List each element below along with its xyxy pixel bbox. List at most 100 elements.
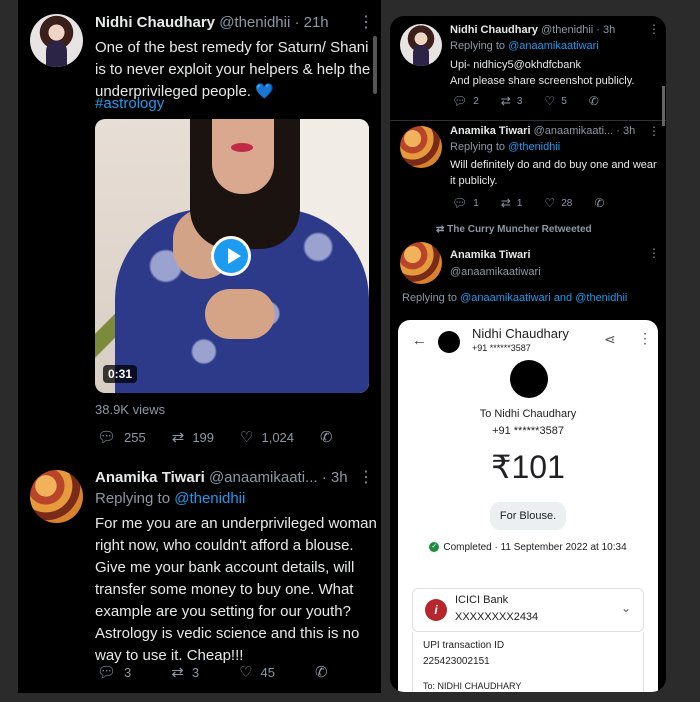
bank-account-row[interactable]: i ICICI Bank XXXXXXXX2434 ⌄ (412, 588, 644, 632)
payment-amount: ₹101 (491, 449, 565, 485)
tweet-text: Upi- nidhicy5@okhdfcbank And please shar… (450, 57, 660, 89)
chevron-down-icon[interactable]: ⌄ (621, 601, 631, 615)
avatar[interactable] (400, 24, 442, 66)
heart-icon: ♡ (544, 196, 556, 210)
tweet-header: Anamika Tiwari @anaamikaati... · 3h (450, 125, 635, 137)
author-name[interactable]: Anamika Tiwari (95, 469, 205, 486)
like-button[interactable]: ♡ 28 (544, 196, 572, 210)
like-count: 45 (260, 664, 276, 680)
replying-label: Replying to (95, 490, 171, 507)
scrollbar[interactable] (662, 86, 665, 126)
more-icon[interactable]: ⋮ (358, 12, 374, 32)
reply-icon: 💬︎ (97, 664, 117, 681)
share-button[interactable]: ✆ (594, 196, 610, 210)
avatar[interactable] (400, 126, 442, 168)
tweet-header: Nidhi Chaudhary @thenidhii · 21h (95, 14, 329, 31)
author-handle: @anaamikaati... · 3h (533, 125, 636, 137)
avatar[interactable] (400, 242, 442, 284)
avatar[interactable] (30, 470, 83, 523)
like-button[interactable]: ♡ 1,024 (240, 428, 294, 446)
payment-screenshot[interactable]: ← Nidhi Chaudhary +91 ******3587 ⋖ ⋮ To … (398, 320, 658, 692)
more-icon[interactable]: ⋮ (648, 246, 660, 260)
retweeted-by[interactable]: ⇄ The Curry Muncher Retweeted (436, 224, 592, 235)
whatsapp-icon: ✆ (315, 664, 328, 681)
author-name[interactable]: Anamika Tiwari (450, 249, 531, 261)
author-name[interactable]: Nidhi Chaudhary (450, 24, 538, 36)
retweet-button[interactable]: ⇄ 1 (501, 196, 523, 210)
replying-to: Replying to @anaamikaatiwari (450, 40, 599, 52)
mention-link[interactable]: @anaamikaatiwari (508, 40, 599, 52)
tweet-text: One of the best remedy for Saturn/ Shani… (95, 37, 375, 103)
more-icon[interactable]: ⋮ (648, 22, 660, 36)
heart-icon: ♡ (239, 664, 253, 681)
share-button[interactable]: ✆ (589, 94, 605, 108)
transaction-details: UPI transaction ID 225423002151 To: NIDH… (412, 632, 644, 692)
retweet-button[interactable]: ⇄ 3 (171, 663, 199, 681)
status-text: Completed · 11 September 2022 at 10:34 (443, 542, 627, 553)
share-button[interactable]: ✆ (315, 663, 336, 681)
mention-link[interactable]: @thenidhii (174, 490, 245, 507)
reply-count: 2 (473, 95, 479, 107)
avatar[interactable] (30, 14, 83, 67)
retweeted-label: The Curry Muncher Retweeted (447, 224, 592, 235)
author-handle: @anaamikaatiwari (450, 266, 541, 278)
video-hands (205, 289, 275, 339)
upi-line: Upi- nidhicy5@okhdfcbank (450, 59, 582, 71)
back-arrow-icon[interactable]: ← (412, 332, 427, 349)
video-face (212, 119, 274, 194)
more-icon[interactable]: ⋮ (638, 330, 652, 347)
payee-name-top: Nidhi Chaudhary (472, 326, 569, 341)
replying-to: Replying to @thenidhii (95, 490, 245, 507)
tweet-body: One of the best remedy for Saturn/ Shani… (95, 39, 371, 100)
like-button[interactable]: ♡ 45 (239, 663, 275, 681)
like-count: 28 (561, 197, 573, 209)
tweet-header: Anamika Tiwari @anaamikaati... · 3h (95, 469, 348, 486)
retweet-button[interactable]: ⇄ 199 (172, 428, 214, 446)
tweet-actions: 💬︎ 2 ⇄ 3 ♡ 5 ✆ (452, 94, 627, 108)
reply-button[interactable]: 💬︎ 1 (452, 196, 479, 210)
divider (390, 120, 666, 121)
retweet-count: 3 (516, 95, 523, 107)
reply-button[interactable]: 💬︎ 2 (452, 94, 479, 108)
like-button[interactable]: ♡ 5 (544, 94, 566, 108)
reply-count: 255 (124, 429, 146, 445)
reply-icon: 💬︎ (452, 94, 468, 108)
tweet-text: For me you are an underprivileged woman … (95, 515, 377, 664)
payee-label: To Nidhi Chaudhary (479, 408, 577, 420)
hashtag-link[interactable]: #astrology (95, 95, 164, 112)
author-name[interactable]: Nidhi Chaudhary (95, 14, 215, 31)
share-icon[interactable]: ⋖ (604, 331, 616, 348)
bank-name: ICICI Bank (455, 594, 509, 606)
payee-avatar (510, 360, 548, 398)
retweet-icon: ⇄ (500, 94, 511, 108)
video-duration: 0:31 (103, 365, 138, 383)
right-phone-panel: Nidhi Chaudhary @thenidhii · 3h ⋮ Replyi… (390, 16, 666, 692)
retweet-icon: ⇄ (500, 196, 511, 210)
mention-link[interactable]: @anaamikaatiwari and @thenidhii (460, 292, 627, 304)
txn-id: 225423002151 (423, 656, 490, 667)
retweet-button[interactable]: ⇄ 3 (501, 94, 523, 108)
more-icon[interactable]: ⋮ (358, 467, 374, 487)
reply-icon: 💬︎ (97, 429, 117, 446)
share-button[interactable]: ✆ (320, 428, 341, 446)
bank-account: XXXXXXXX2434 (455, 611, 539, 623)
payment-status: ✓ Completed · 11 September 2022 at 10:34 (398, 542, 658, 553)
scrollbar[interactable] (373, 36, 377, 94)
tweet-actions: 💬︎ 1 ⇄ 1 ♡ 28 ✆ (452, 196, 632, 210)
txn-label: UPI transaction ID (423, 640, 505, 651)
more-icon[interactable]: ⋮ (648, 124, 660, 138)
heart-icon: ♡ (544, 94, 556, 108)
play-icon[interactable] (211, 236, 251, 276)
whatsapp-icon: ✆ (594, 196, 605, 210)
tweet-actions: 💬︎ 3 ⇄ 3 ♡ 45 ✆ (97, 663, 376, 681)
reply-button[interactable]: 💬︎ 3 (97, 663, 131, 681)
author-handle: @anaamikaati... · 3h (208, 469, 348, 486)
reply-icon: 💬︎ (452, 196, 468, 210)
author-name[interactable]: Anamika Tiwari (450, 125, 531, 137)
heart-icon: ♡ (240, 429, 254, 446)
txn-to-name: To: NIDHI CHAUDHARY (423, 681, 522, 691)
whatsapp-icon: ✆ (588, 94, 599, 108)
reply-button[interactable]: 💬︎ 255 (97, 428, 146, 446)
video-player[interactable]: 0:31 (95, 119, 369, 393)
mention-link[interactable]: @thenidhii (508, 141, 560, 153)
